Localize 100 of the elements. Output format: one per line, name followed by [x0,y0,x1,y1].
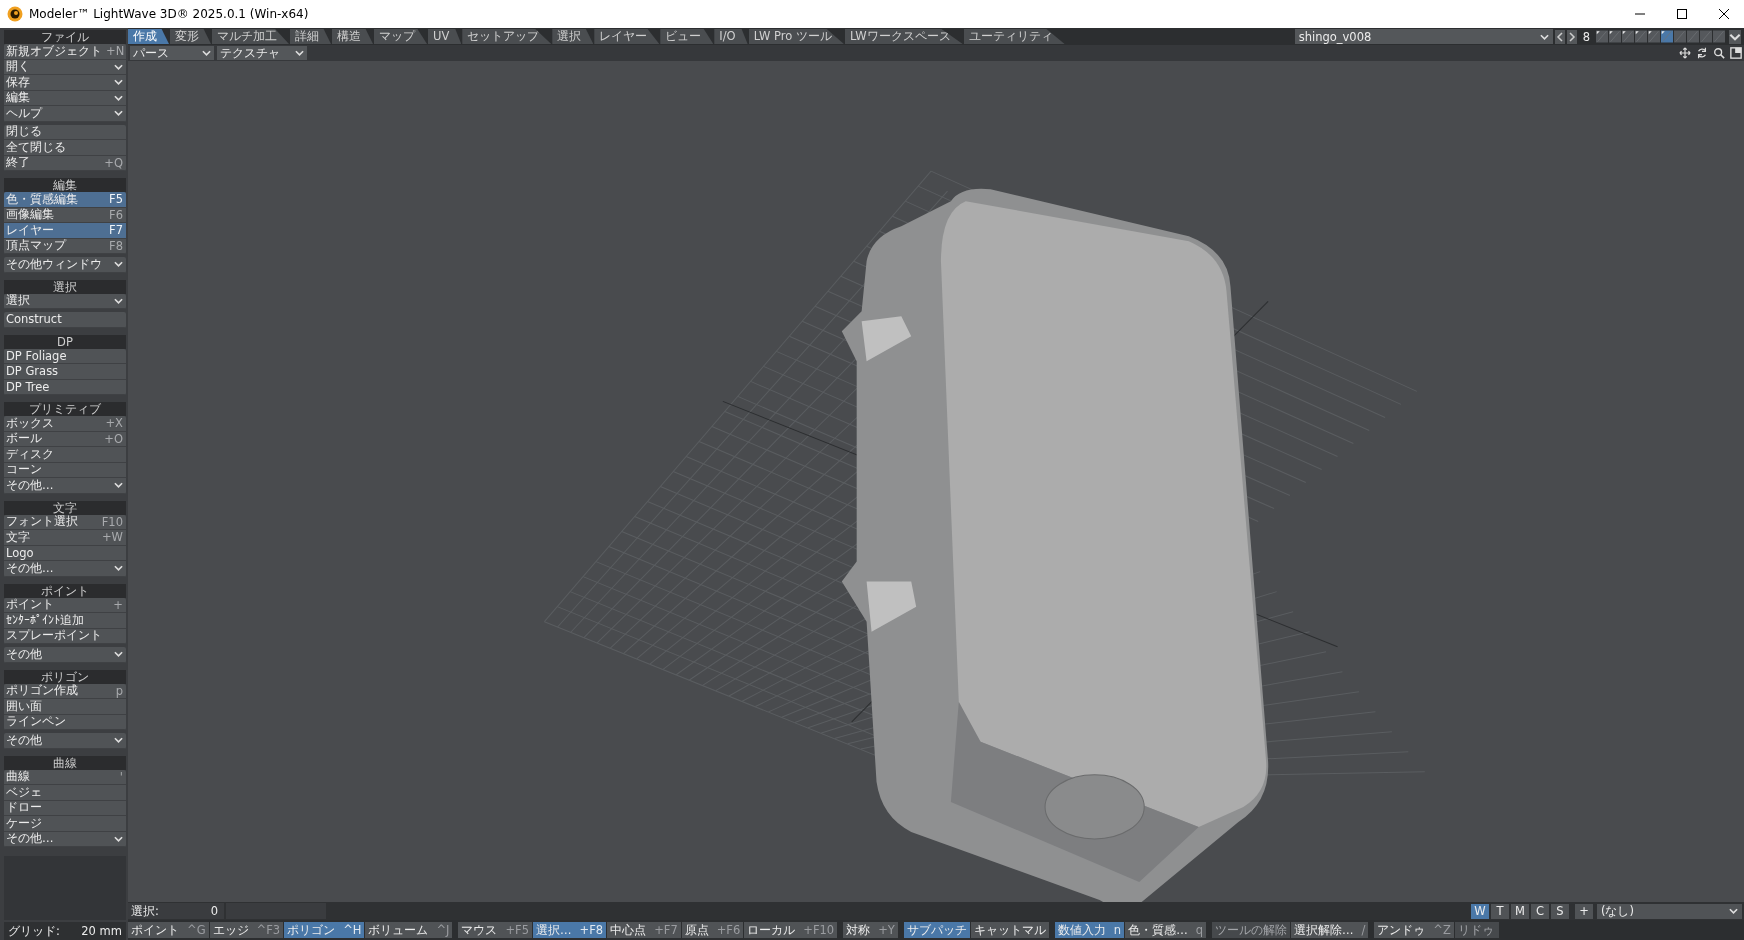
toolbar-button[interactable]: ボリューム ^J [365,922,453,938]
section-header: 曲線 [4,755,126,770]
search-icon[interactable] [1713,47,1725,59]
tab[interactable]: I/O [714,29,748,44]
close-icon[interactable] [1718,8,1730,20]
menu-item[interactable]: ベジェ [4,785,126,801]
chevron-icon [202,50,211,56]
menu-item[interactable]: ｾﾝﾀｰﾎﾟｲﾝﾄ追加 [4,613,126,629]
section-header: 選択 [4,279,126,294]
menu-item[interactable]: 全て閉じる [4,140,126,156]
view-mode-button[interactable]: W [1471,903,1489,919]
chevron-icon [114,737,123,744]
section-header: ポリゴン [4,669,126,684]
section-header: ファイル [4,30,126,44]
tab[interactable]: レイヤー [594,29,660,44]
section-header: 文字 [4,500,126,515]
tab[interactable]: UV [428,29,462,44]
rotate-icon[interactable] [1696,47,1708,59]
section-header: プリミティブ [4,402,126,416]
chevron-icon [114,297,123,304]
menu-item[interactable]: Construct [4,312,126,328]
chevron-icon [295,50,304,56]
layer-slot[interactable] [1661,29,1673,44]
layer-slot[interactable] [1622,29,1634,44]
move-icon[interactable] [1679,47,1691,59]
menu-dropdown[interactable]: ヘルプ [4,106,126,122]
previous-icon[interactable] [1554,29,1565,44]
menu-item[interactable]: DP Grass [4,364,126,380]
toolbar-button[interactable]: サブパッチ [903,922,970,938]
menu-dropdown[interactable]: その他… [4,478,126,494]
toolbar-button[interactable]: 数値入力 n [1054,922,1125,938]
menu-item[interactable]: ボックス +X [4,416,126,432]
toolbar-button[interactable]: 中心点 +F7 [607,922,681,938]
menu-item[interactable]: ディスク [4,447,126,463]
toolbar-button[interactable]: ポイント ^G [128,922,209,938]
menu-item[interactable]: 文字 +W [4,530,126,546]
chevron-icon[interactable] [1729,29,1741,44]
next-icon[interactable] [1566,29,1577,44]
toolbar-button[interactable]: キャットマル [970,922,1049,938]
toolbar-button[interactable]: 原点 +F6 [681,922,744,938]
viewport-dropdown[interactable]: パース [130,46,214,60]
maximize-icon[interactable] [1676,8,1688,20]
view-mode-button[interactable]: S [1551,903,1569,919]
tab[interactable]: ビュー [660,29,714,44]
tab[interactable]: 作成 [128,29,169,44]
chevron-icon [1539,33,1549,40]
section-header: ポイント [4,583,126,598]
tab[interactable]: ユーティリティ [963,29,1065,44]
view-mode-button[interactable]: M [1511,903,1529,919]
menu-dropdown[interactable]: その他 [4,647,126,663]
add-button[interactable]: + [1575,903,1593,919]
tab[interactable]: マルチ加工 [212,29,289,44]
menu-item[interactable]: ケージ [4,816,126,832]
tab[interactable]: 詳細 [290,29,331,44]
toolbar-button[interactable]: 色・質感… q [1125,922,1206,938]
section-header: DP [4,334,126,349]
menu-dropdown[interactable]: その他… [4,561,126,577]
layer-slot[interactable] [1609,29,1621,44]
menu-item[interactable]: 閉じる [4,124,126,140]
view-mode-button[interactable]: C [1531,903,1549,919]
chevron-icon [114,835,123,842]
toolbar-button[interactable]: 対称 +Y [843,922,898,938]
chevron-icon [114,261,123,268]
grid-size-field[interactable]: グリッド: 20 mm [4,922,126,940]
tab[interactable]: 選択 [552,29,594,44]
tab[interactable]: マップ [374,29,427,44]
menu-item[interactable]: 新規オブジェクト +N [4,44,126,60]
menu-dropdown[interactable]: 保存 [4,75,126,91]
tab[interactable]: 構造 [332,29,373,44]
maximize-viewport-icon[interactable] [1730,47,1742,59]
layer-slot[interactable] [1648,29,1660,44]
window-title: Modeler™ LightWave 3D® 2025.0.1 (Win-x64) [29,7,309,21]
menu-dropdown[interactable]: その他ウィンドウ [4,257,126,273]
view-mode-button[interactable]: T [1491,903,1509,919]
chevron-icon [114,482,123,489]
toolbar-button[interactable]: アンドゥ ^Z [1374,922,1454,938]
toolbar-button[interactable]: ローカル +F10 [744,922,838,938]
menu-item[interactable]: 囲い面 [4,699,126,715]
menu-item[interactable]: レイヤー F7 [4,223,126,239]
tab[interactable]: LW Pro ツール [748,29,844,44]
tab[interactable]: LWワークスペース [844,29,963,44]
tab[interactable]: セットアップ [462,29,552,44]
layer-slot[interactable] [1596,29,1608,44]
app-logo-icon [7,6,23,22]
toolbar-button[interactable]: マウス +F5 [458,922,533,938]
object-dropdown[interactable]: shingo_v008 [1294,29,1553,44]
toolbar-button[interactable]: ポリゴン ^H [284,922,365,938]
layer-number: 8 [1582,29,1590,44]
menu-dropdown[interactable]: その他 [4,733,126,749]
chevron-icon [1729,908,1738,914]
layer-slot[interactable] [1635,29,1647,44]
toolbar-button[interactable]: 選択… +F8 [533,922,607,938]
selection-count: 選択: 0 [128,903,224,919]
menu-item[interactable]: 色・質感編集 F5 [4,192,126,208]
viewport-dropdown[interactable]: テクスチャ [217,46,307,60]
toolbar-button[interactable]: エッジ ^F3 [209,922,284,938]
vmap-dropdown[interactable]: (なし) [1597,903,1742,919]
toolbar-button[interactable]: 選択解除… / [1290,922,1369,938]
tab[interactable]: 変形 [170,29,211,44]
chevron-icon [114,565,123,572]
